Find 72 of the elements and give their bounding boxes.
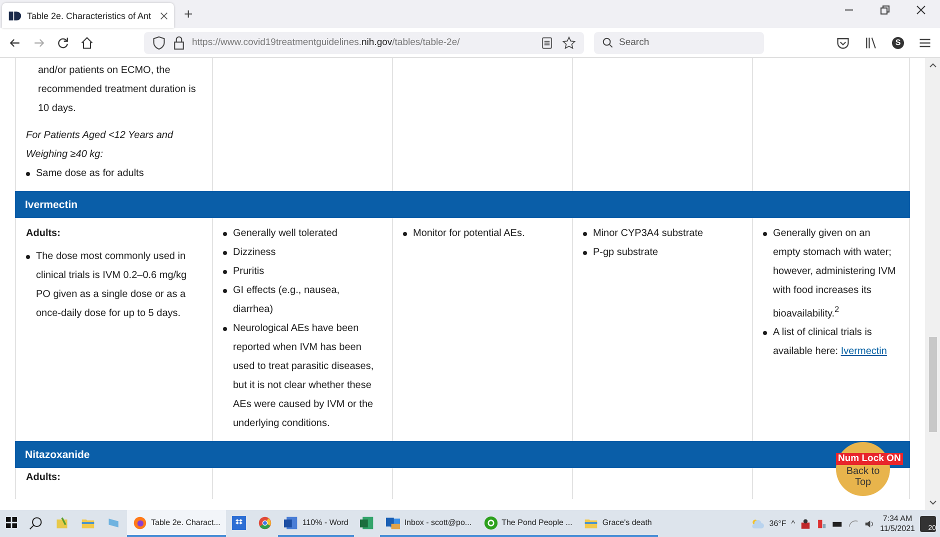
home-icon[interactable] — [80, 36, 94, 50]
star-icon[interactable] — [562, 36, 576, 50]
subheading: Adults: — [26, 227, 62, 241]
list-item-text: P-gp substrate — [593, 246, 658, 260]
search-icon — [602, 37, 613, 48]
taskbar-button[interactable]: 110% - Word — [278, 510, 354, 537]
list-item-text: Monitor for potential AEs. — [413, 227, 525, 241]
search-input[interactable]: Search — [619, 37, 749, 48]
bullet-icon — [26, 172, 30, 176]
bullet-icon — [223, 327, 227, 331]
lock-icon — [172, 36, 186, 50]
bullet-icon — [223, 289, 227, 293]
temperature[interactable]: 36°F — [769, 519, 786, 528]
list-item-text: Generally well tolerated — [233, 227, 338, 241]
num-lock-indicator: Num Lock ON — [836, 453, 903, 465]
scroll-up-icon[interactable] — [928, 61, 936, 69]
reload-icon[interactable] — [56, 36, 70, 50]
link[interactable]: Ivermectin — [840, 346, 887, 358]
restore-icon[interactable] — [880, 5, 890, 15]
quickbooks-icon — [484, 516, 498, 530]
taskbar-button[interactable]: The Pond People ... — [478, 510, 578, 537]
bullet-icon — [583, 232, 587, 236]
chrome-icon[interactable] — [258, 516, 272, 530]
search-icon[interactable] — [29, 516, 43, 530]
word-icon — [284, 516, 298, 530]
folder-tools-icon[interactable] — [55, 516, 69, 530]
mail-icon — [386, 516, 400, 530]
list-item-text: Pruritis — [233, 265, 264, 279]
bullet-icon — [583, 251, 587, 255]
site-icon — [8, 8, 22, 22]
list-item-text: Dizziness — [233, 246, 276, 260]
bullet-icon — [26, 255, 30, 259]
reader-view-icon[interactable] — [540, 36, 554, 50]
scrollbar-thumb[interactable] — [928, 336, 936, 432]
taskbar-button[interactable]: Table 2e. Charact... — [127, 510, 226, 537]
taskbar-button[interactable]: Inbox - scott@po... — [380, 510, 478, 537]
list-item-text: GI effects (e.g., nausea, diarrhea) — [233, 284, 341, 317]
dropbox-icon[interactable] — [232, 516, 246, 530]
bullet-icon — [223, 232, 227, 236]
browser-tab[interactable]: Table 2e. Characteristics of Ant — [2, 3, 174, 28]
taskbar-button[interactable]: Grace's death — [578, 510, 658, 537]
bullet-icon — [223, 251, 227, 255]
pocket-icon[interactable] — [836, 36, 850, 50]
address-bar[interactable]: https://www.covid19treatmentguidelines.nih.gov/tables/table-2e/ — [144, 32, 584, 54]
library-icon[interactable] — [864, 36, 878, 50]
windows-start-icon[interactable] — [6, 517, 17, 528]
firefox-icon — [133, 516, 147, 530]
list-item-text: A list of clinical trials is available here: Ivermectin — [773, 326, 888, 360]
subheading: For Patients Aged <12 Years and Weighing ≥40 kg: — [26, 129, 174, 162]
clock[interactable]: 7:34 AM 11/5/2021 — [880, 514, 915, 534]
bullet-icon — [763, 232, 767, 236]
list-item-text: Generally given on an empty stomach with water; however, administering IVM with food increases its bioavailability.$^{2}$ — [773, 227, 897, 322]
bullet-icon — [403, 232, 407, 236]
close-icon[interactable] — [916, 5, 926, 15]
tray-chevron[interactable]: ^ — [791, 519, 795, 528]
section-header: Ivermectin — [15, 191, 910, 218]
scroll-down-icon[interactable] — [928, 499, 936, 507]
search-field[interactable]: Search — [594, 32, 764, 54]
shield-icon — [152, 36, 166, 50]
excel-icon[interactable] — [360, 516, 374, 530]
bullet-icon — [223, 270, 227, 274]
people-icon[interactable] — [800, 516, 811, 530]
close-icon — [160, 12, 168, 20]
subheading: Adults: — [26, 471, 62, 485]
profile-badge[interactable]: S — [892, 36, 904, 48]
list-item-text: Neurological AEs have been reported when IVM has been used to treat parasitic diseases, but it is not clear whether these AEs were caused by IVM or the underlying conditions. — [233, 322, 375, 431]
new-tab-button[interactable]: + — [184, 6, 193, 23]
list-item-text: Minor CYP3A4 substrate — [593, 227, 704, 241]
list-item-text: The dose most commonly used in clinical trials is IVM 0.2–0.6 mg/kg PO given as a single dose or as a once-daily dose for up to 5 days. — [36, 250, 188, 321]
list-item-text: and/or patients on ECMO, the recommended treatment duration is 10 days. — [37, 64, 197, 116]
bullet-icon — [763, 331, 767, 336]
list-item-text: Same dose as for adults — [36, 167, 144, 181]
